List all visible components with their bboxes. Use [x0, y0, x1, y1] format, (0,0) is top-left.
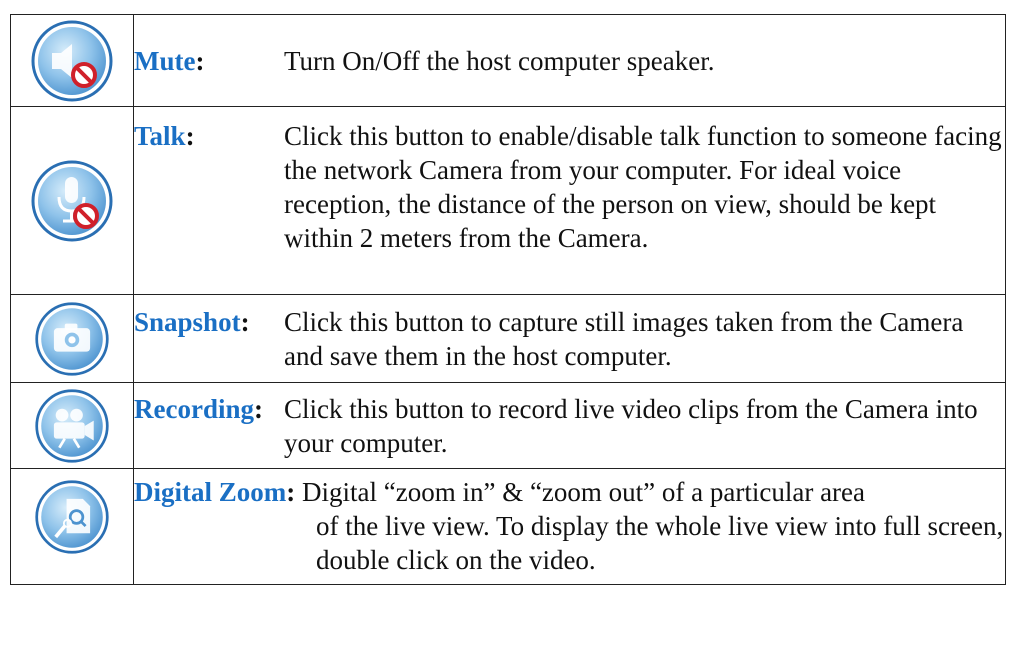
term-description-line1: Digital “zoom in” & “zoom out” of a part…	[302, 477, 866, 507]
table-row-talk: Talk: Click this button to enable/disabl…	[10, 106, 1006, 295]
icon-cell	[10, 382, 134, 469]
term-description: Turn On/Off the host computer speaker.	[284, 45, 715, 76]
term-description: Click this button to enable/disable talk…	[284, 121, 1002, 253]
button-description-table: Mute: Turn On/Off the host computer spea…	[10, 14, 1006, 585]
text-cell: Talk: Click this button to enable/disabl…	[133, 106, 1006, 295]
table-row-digital-zoom: Digital Zoom: Digital “zoom in” & “zoom …	[10, 468, 1006, 585]
icon-cell	[10, 294, 134, 383]
microphone-muted-icon	[31, 160, 113, 241]
term-description: Click this button to record live video c…	[284, 393, 978, 458]
term-description: Click this button to capture still image…	[284, 306, 964, 371]
zoom-document-icon	[35, 480, 109, 554]
table-row-recording: Recording: Click this button to record l…	[10, 382, 1006, 469]
icon-cell	[10, 14, 134, 107]
video-camera-icon	[35, 388, 109, 463]
table-row-mute: Mute: Turn On/Off the host computer spea…	[10, 14, 1006, 107]
icon-cell	[10, 106, 134, 295]
text-cell: Digital Zoom: Digital “zoom in” & “zoom …	[133, 468, 1006, 585]
term-description-rest: of the live view. To display the whole l…	[316, 511, 1004, 575]
term-label: Talk	[134, 121, 186, 151]
text-cell: Mute: Turn On/Off the host computer spea…	[133, 14, 1006, 107]
table-row-snapshot: Snapshot: Click this button to capture s…	[10, 294, 1006, 383]
term-label: Mute	[134, 45, 196, 76]
icon-cell	[10, 468, 134, 585]
term-label: Snapshot	[134, 306, 241, 337]
text-cell: Snapshot: Click this button to capture s…	[133, 294, 1006, 383]
term-label: Recording	[134, 393, 254, 424]
camera-icon	[35, 301, 109, 376]
text-cell: Recording: Click this button to record l…	[133, 382, 1006, 469]
speaker-muted-icon	[31, 20, 113, 101]
term-label: Digital Zoom	[134, 477, 287, 507]
